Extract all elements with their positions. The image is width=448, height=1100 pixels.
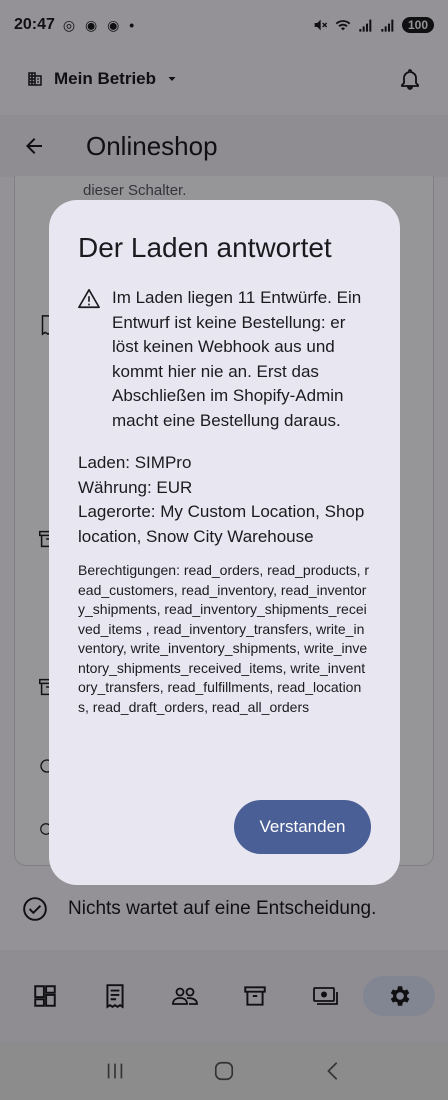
warning-row: Im Laden liegen 11 Entwürfe. Ein Entwurf… [78,286,371,433]
info-dialog: Der Laden antwortet Im Laden liegen 11 E… [49,200,400,885]
warning-text: Im Laden liegen 11 Entwürfe. Ein Entwurf… [112,288,362,430]
warning-icon [78,289,100,309]
shop-info: Laden: SIMPro Währung: EUR Lagerorte: My… [78,451,371,549]
currency-line: Währung: EUR [78,477,193,497]
dialog-title: Der Laden antwortet [78,232,332,263]
confirm-button[interactable]: Verstanden [234,800,371,854]
permissions-text: Berechtigungen: read_orders, read_produc… [78,562,370,715]
shop-line: Laden: SIMPro [78,453,192,472]
locations-line: Lagerorte: My Custom Location, Shop loca… [78,502,365,546]
